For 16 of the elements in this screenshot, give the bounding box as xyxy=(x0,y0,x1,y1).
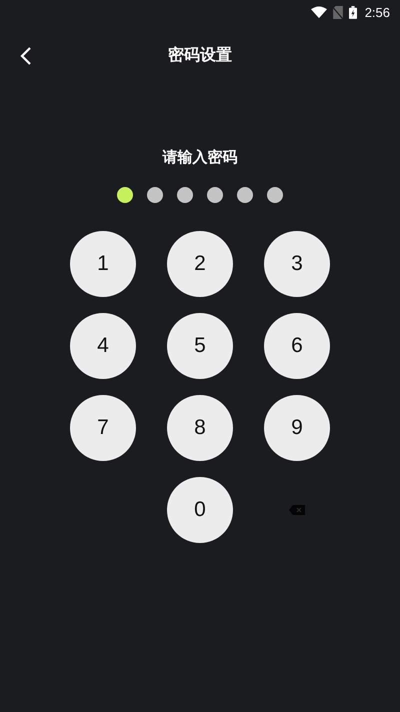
battery-charging-icon xyxy=(348,6,357,18)
digit-key[interactable]: 3 xyxy=(264,231,330,297)
password-prompt: 请输入密码 xyxy=(161,148,238,167)
digit-key[interactable]: 8 xyxy=(167,395,233,461)
digit-key[interactable]: 5 xyxy=(167,313,233,379)
digit-key[interactable]: 7 xyxy=(70,395,136,461)
status-time: 2:56 xyxy=(364,4,390,20)
no-sim-icon xyxy=(332,6,343,18)
digit-key[interactable]: 2 xyxy=(167,231,233,297)
digit-key[interactable]: 9 xyxy=(264,395,330,461)
page-title: 密码设置 xyxy=(168,44,232,66)
digit-key[interactable]: 1 xyxy=(70,231,136,297)
wifi-icon xyxy=(310,6,327,18)
digit-key[interactable]: 6 xyxy=(264,313,330,379)
digit-key[interactable]: 4 xyxy=(70,313,136,379)
digit-key[interactable]: 0 xyxy=(167,477,233,543)
